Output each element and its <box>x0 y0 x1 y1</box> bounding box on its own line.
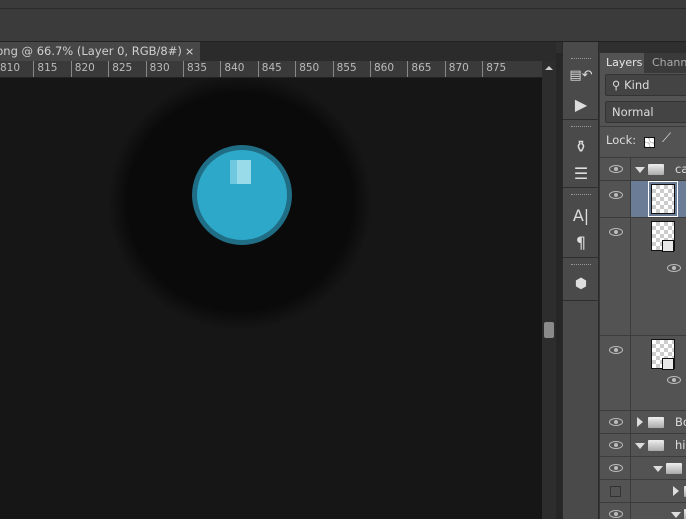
visibility-toggle[interactable] <box>600 434 631 456</box>
smart-object-icon <box>662 358 674 370</box>
grip-icon[interactable] <box>571 58 591 61</box>
actions-play-icon[interactable]: ▶ <box>569 94 593 116</box>
ruler-tick: 825 <box>108 61 132 77</box>
visibility-toggle[interactable] <box>600 457 631 479</box>
document-tab-bar: png @ 66.7% (Layer 0, RGB/8#) × <box>0 42 556 61</box>
smart-object-icon <box>662 240 674 252</box>
document-tab-title: png @ 66.7% (Layer 0, RGB/8#) <box>0 44 182 58</box>
expand-arrow-icon[interactable] <box>653 466 663 472</box>
canvas-image <box>108 78 372 330</box>
vertical-scrollbar[interactable] <box>542 61 556 519</box>
folder-icon <box>648 417 664 428</box>
layer-row[interactable] <box>600 217 686 335</box>
ruler-tick: 840 <box>220 61 244 77</box>
visibility-toggle[interactable] <box>600 158 631 180</box>
effect-eye-icon[interactable] <box>667 376 681 384</box>
brush-presets-icon[interactable]: ☰ <box>569 163 593 185</box>
search-icon: ⚲ <box>612 78 625 92</box>
folder-icon <box>648 440 664 451</box>
collapse-arrow-icon[interactable] <box>673 486 679 496</box>
layer-row[interactable] <box>600 180 686 217</box>
eye-icon[interactable] <box>609 191 623 199</box>
3d-icon[interactable]: ⬢ <box>569 273 593 295</box>
eye-icon[interactable] <box>609 464 623 472</box>
ruler-tick: 860 <box>370 61 394 77</box>
grip-icon[interactable] <box>571 126 591 129</box>
ruler-tick: 865 <box>407 61 431 77</box>
collapse-arrow-icon[interactable] <box>637 417 643 427</box>
layer-row[interactable] <box>600 479 686 502</box>
expand-arrow-icon[interactable] <box>671 512 681 518</box>
expand-arrow-icon[interactable] <box>635 443 645 449</box>
layer-row[interactable] <box>600 335 686 410</box>
horizontal-ruler: 810 815 820 825 830 835 840 845 850 855 860 865 870 8… <box>0 61 542 78</box>
history-icon[interactable]: ▤↶ <box>569 65 593 87</box>
lock-transparent-icon[interactable] <box>644 137 655 148</box>
eye-icon[interactable] <box>609 418 623 426</box>
eye-icon[interactable] <box>609 165 623 173</box>
filter-kind-select[interactable]: ⚲ Kind <box>605 74 686 96</box>
canvas[interactable] <box>0 78 542 519</box>
layer-row[interactable] <box>600 456 686 479</box>
visibility-toggle[interactable] <box>600 411 631 433</box>
layer-name[interactable]: ca <box>675 162 686 176</box>
visibility-toggle[interactable] <box>600 218 631 335</box>
visibility-toggle[interactable] <box>600 181 631 217</box>
ruler-tick: 815 <box>33 61 57 77</box>
lock-paint-icon[interactable]: ⟋ <box>662 131 671 146</box>
brushes-icon[interactable]: ⚱ <box>569 136 593 158</box>
scroll-up-arrow-icon[interactable] <box>545 66 553 70</box>
ruler-tick: 820 <box>70 61 95 77</box>
visibility-off-box[interactable] <box>610 486 621 497</box>
expand-arrow-icon[interactable] <box>635 167 645 173</box>
layer-row[interactable]: ca <box>600 157 686 180</box>
visibility-toggle[interactable] <box>600 336 631 410</box>
ruler-tick: 850 <box>295 61 319 77</box>
layer-name[interactable]: hi <box>675 438 685 452</box>
grip-icon[interactable] <box>571 194 591 197</box>
layer-row[interactable] <box>600 502 686 519</box>
visibility-toggle[interactable] <box>600 503 631 519</box>
visibility-toggle[interactable] <box>600 480 631 502</box>
paragraph-icon[interactable]: ¶ <box>569 232 593 254</box>
layer-name[interactable]: Bo <box>675 415 686 429</box>
character-icon[interactable]: A| <box>569 205 593 227</box>
ruler-tick: 845 <box>257 61 282 77</box>
document-tab[interactable]: png @ 66.7% (Layer 0, RGB/8#) × <box>0 42 200 61</box>
ruler-tick: 810 <box>0 61 20 77</box>
layer-row[interactable]: Bo <box>600 410 686 433</box>
blend-mode-select[interactable]: Normal <box>605 101 686 123</box>
eye-icon[interactable] <box>609 441 623 449</box>
eye-icon[interactable] <box>609 228 623 236</box>
ruler-tick: 875 <box>482 61 506 77</box>
layer-thumbnail[interactable] <box>648 181 678 217</box>
ruler-tick: 835 <box>183 61 207 77</box>
layer-row[interactable]: hi <box>600 433 686 456</box>
folder-icon <box>666 463 682 474</box>
panel-dock: ▤↶ ▶ ⚱ ☰ A| ¶ ⬢ <box>562 42 599 519</box>
folder-icon <box>648 164 664 175</box>
eye-icon[interactable] <box>609 346 623 354</box>
close-tab-icon[interactable]: × <box>185 42 194 61</box>
ruler-tick: 830 <box>145 61 170 77</box>
grip-icon[interactable] <box>571 264 591 267</box>
tab-channels[interactable]: Channels <box>646 53 686 73</box>
ruler-tick: 870 <box>444 61 469 77</box>
scroll-thumb[interactable] <box>544 322 554 338</box>
eye-icon[interactable] <box>609 510 623 518</box>
effect-eye-icon[interactable] <box>667 264 681 272</box>
kind-label: Kind <box>624 78 650 92</box>
ruler-tick: 855 <box>332 61 357 77</box>
tab-layers[interactable]: Layers <box>600 53 644 73</box>
options-bar <box>0 0 686 42</box>
lock-label: Lock: <box>606 133 637 147</box>
highlight-inner <box>237 160 251 184</box>
layers-panel: Layers Channels ⚲ Kind Normal Lock: ⟋ ca… <box>600 53 686 519</box>
panel-tabs: Layers Channels <box>600 53 686 73</box>
